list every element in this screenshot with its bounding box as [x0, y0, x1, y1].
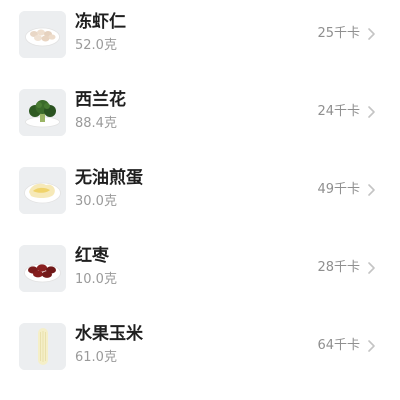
red-dates-icon	[19, 245, 66, 292]
fried-egg-icon	[19, 167, 66, 214]
chevron-right-icon	[366, 339, 378, 353]
food-item-row[interactable]: 无油煎蛋 30.0克 49千卡	[0, 156, 400, 234]
food-calories: 49千卡	[317, 182, 360, 197]
food-name: 无油煎蛋	[75, 168, 143, 188]
food-item-row[interactable]: 西兰花 88.4克 24千卡	[0, 78, 400, 156]
chevron-right-icon	[366, 105, 378, 119]
food-name: 西兰花	[75, 90, 126, 110]
food-item-row[interactable]: 水果玉米 61.0克 64千卡	[0, 312, 400, 390]
food-item-row[interactable]: 冻虾仁 52.0克 25千卡	[0, 0, 400, 78]
food-weight: 52.0克	[75, 38, 117, 53]
food-item-row[interactable]: 红枣 10.0克 28千卡	[0, 234, 400, 312]
food-name: 水果玉米	[75, 324, 143, 344]
food-name: 红枣	[75, 246, 109, 266]
food-weight: 10.0克	[75, 272, 117, 287]
food-weight: 88.4克	[75, 116, 117, 131]
food-weight: 30.0克	[75, 194, 117, 209]
food-calories: 25千卡	[317, 26, 360, 41]
corn-icon	[19, 323, 66, 370]
food-calories: 24千卡	[317, 104, 360, 119]
food-list: 冻虾仁 52.0克 25千卡 西兰花 88.4克 24千卡 无油煎蛋 30.0克…	[0, 0, 400, 400]
shrimp-icon	[19, 11, 66, 58]
food-name: 冻虾仁	[75, 12, 126, 32]
chevron-right-icon	[366, 183, 378, 197]
food-weight: 61.0克	[75, 350, 117, 365]
food-calories: 28千卡	[317, 260, 360, 275]
broccoli-icon	[19, 89, 66, 136]
chevron-right-icon	[366, 261, 378, 275]
food-calories: 64千卡	[317, 338, 360, 353]
chevron-right-icon	[366, 27, 378, 41]
